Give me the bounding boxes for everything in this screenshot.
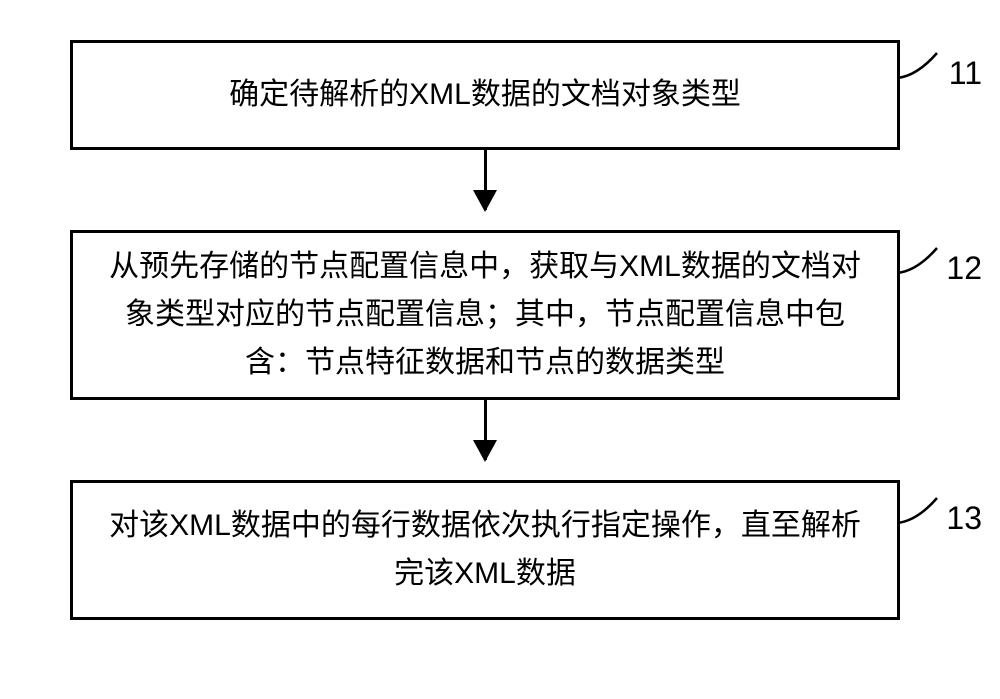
flowchart-container: 11 确定待解析的XML数据的文档对象类型 12 从预先存储的节点配置信息中，获… [70,40,900,620]
flowchart-step-3: 13 对该XML数据中的每行数据依次执行指定操作，直至解析完该XML数据 [70,480,900,620]
step-label-2: 12 [946,243,982,294]
flowchart-step-2: 12 从预先存储的节点配置信息中，获取与XML数据的文档对象类型对应的节点配置信… [70,230,900,400]
step-text-3: 对该XML数据中的每行数据依次执行指定操作，直至解析完该XML数据 [103,502,867,598]
arrow-2-to-3 [70,400,900,480]
connector-line-2 [897,243,942,283]
arrow-1-to-2 [70,150,900,230]
connector-line-1 [897,48,942,88]
step-text-2: 从预先存储的节点配置信息中，获取与XML数据的文档对象类型对应的节点配置信息；其… [103,243,867,387]
arrow-down-icon [484,150,487,210]
step-text-1: 确定待解析的XML数据的文档对象类型 [229,71,741,119]
connector-line-3 [897,493,942,533]
arrow-down-icon [484,400,487,460]
step-label-3: 13 [946,493,982,544]
flowchart-step-1: 11 确定待解析的XML数据的文档对象类型 [70,40,900,150]
step-label-1: 11 [949,48,982,99]
